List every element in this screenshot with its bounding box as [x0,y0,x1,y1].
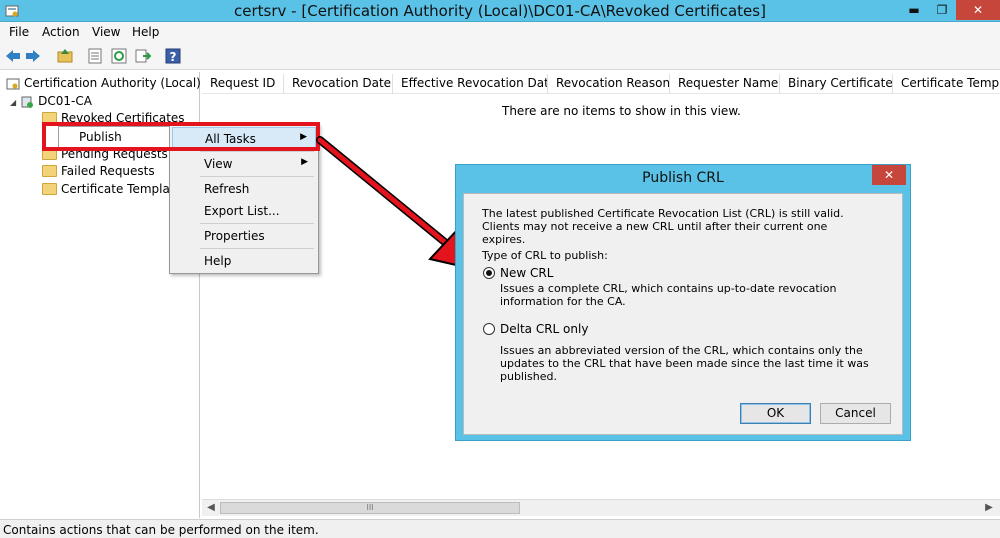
empty-list-message: There are no items to show in this view. [502,104,741,118]
delta-crl-label[interactable]: Delta CRL only [500,323,588,336]
publish-crl-dialog: Publish CRL ✕ The latest published Certi… [455,164,911,441]
folder-icon [42,164,57,177]
forward-arrow-icon[interactable] [24,47,42,65]
tree-root[interactable]: Certification Authority (Local) [6,76,201,91]
menu-separator [200,248,314,249]
delta-crl-radio[interactable] [483,323,495,335]
menu-item-label: View [204,157,233,171]
certificate-authority-icon [6,78,20,89]
column-certificate-template[interactable]: Certificate Templat [893,74,1000,94]
tree-ca[interactable]: ◢ DC01-CA [10,94,92,109]
horizontal-scrollbar[interactable]: ◀ III ▶ [202,499,1000,516]
maximize-button[interactable]: ❐ [928,0,956,20]
svg-text:?: ? [170,50,177,64]
tree-failed-requests[interactable]: Failed Requests [42,164,155,178]
menu-separator [200,176,314,177]
column-header-row: Request ID Revocation Date Effective Rev… [202,72,1000,94]
new-crl-description: Issues a complete CRL, which contains up… [500,282,837,308]
menu-file[interactable]: File [9,25,29,39]
column-revocation-date[interactable]: Revocation Date [284,74,393,94]
folder-icon [42,182,57,195]
column-binary-certificate[interactable]: Binary Certificate [780,74,893,94]
new-crl-label[interactable]: New CRL [500,267,553,280]
menu-item-view[interactable]: View ▶ [172,153,316,175]
column-requester-name[interactable]: Requester Name [670,74,780,94]
cancel-button[interactable]: Cancel [820,403,891,424]
tree-root-label: Certification Authority (Local) [24,76,201,90]
tree-certificate-templates[interactable]: Certificate Templates [42,182,188,196]
close-window-button[interactable]: ✕ [956,0,1000,20]
menu-separator [200,151,314,152]
status-bar: Contains actions that can be performed o… [0,519,1000,538]
title-bar: certsrv - [Certification Authority (Loca… [0,0,1000,22]
submenu-arrow-icon: ▶ [301,157,308,167]
dialog-body: The latest published Certificate Revocat… [463,193,903,435]
column-request-id[interactable]: Request ID [202,74,284,94]
menu-bar: File Action View Help [0,22,1000,42]
expand-chevron-icon[interactable]: ◢ [10,98,16,107]
menu-item-refresh[interactable]: Refresh [172,178,316,200]
tree-folder-label: Failed Requests [61,164,155,178]
back-arrow-icon[interactable] [4,47,22,65]
menu-item-label: Help [204,254,232,268]
status-text: Contains actions that can be performed o… [3,523,319,537]
menu-view[interactable]: View [92,25,120,39]
refresh-icon[interactable] [110,47,128,65]
properties-icon[interactable] [86,47,104,65]
menu-separator [200,223,314,224]
help-icon[interactable]: ? [164,47,182,65]
scroll-right-icon[interactable]: ▶ [982,501,996,515]
up-folder-icon[interactable] [56,47,74,65]
scrollbar-thumb[interactable]: III [220,502,520,514]
menu-help[interactable]: Help [132,25,159,39]
tree-ca-label: DC01-CA [38,94,92,108]
menu-item-label: Refresh [204,182,250,196]
crl-type-label: Type of CRL to publish: [482,249,608,262]
export-icon[interactable] [134,47,152,65]
ca-server-icon [21,96,34,108]
menu-item-properties[interactable]: Properties [172,225,316,247]
toolbar: ? [0,42,1000,70]
window-title: certsrv - [Certification Authority (Loca… [234,2,766,20]
highlight-box [42,122,320,151]
scroll-left-icon[interactable]: ◀ [204,501,218,515]
menu-action[interactable]: Action [42,25,80,39]
menu-item-label: Export List... [204,204,280,218]
dialog-intro-text: The latest published Certificate Revocat… [482,207,844,246]
menu-item-export-list[interactable]: Export List... [172,200,316,222]
delta-crl-description: Issues an abbreviated version of the CRL… [500,344,869,383]
dialog-close-button[interactable]: ✕ [872,165,906,185]
new-crl-radio[interactable] [483,267,495,279]
column-revocation-reason[interactable]: Revocation Reason [548,74,670,94]
minimize-button[interactable]: ▬ [900,0,928,20]
ok-button[interactable]: OK [740,403,811,424]
menu-item-label: Properties [204,229,265,243]
menu-item-help[interactable]: Help [172,250,316,272]
dialog-title: Publish CRL [642,170,724,186]
column-effective-revocation-date[interactable]: Effective Revocation Date [393,74,548,94]
